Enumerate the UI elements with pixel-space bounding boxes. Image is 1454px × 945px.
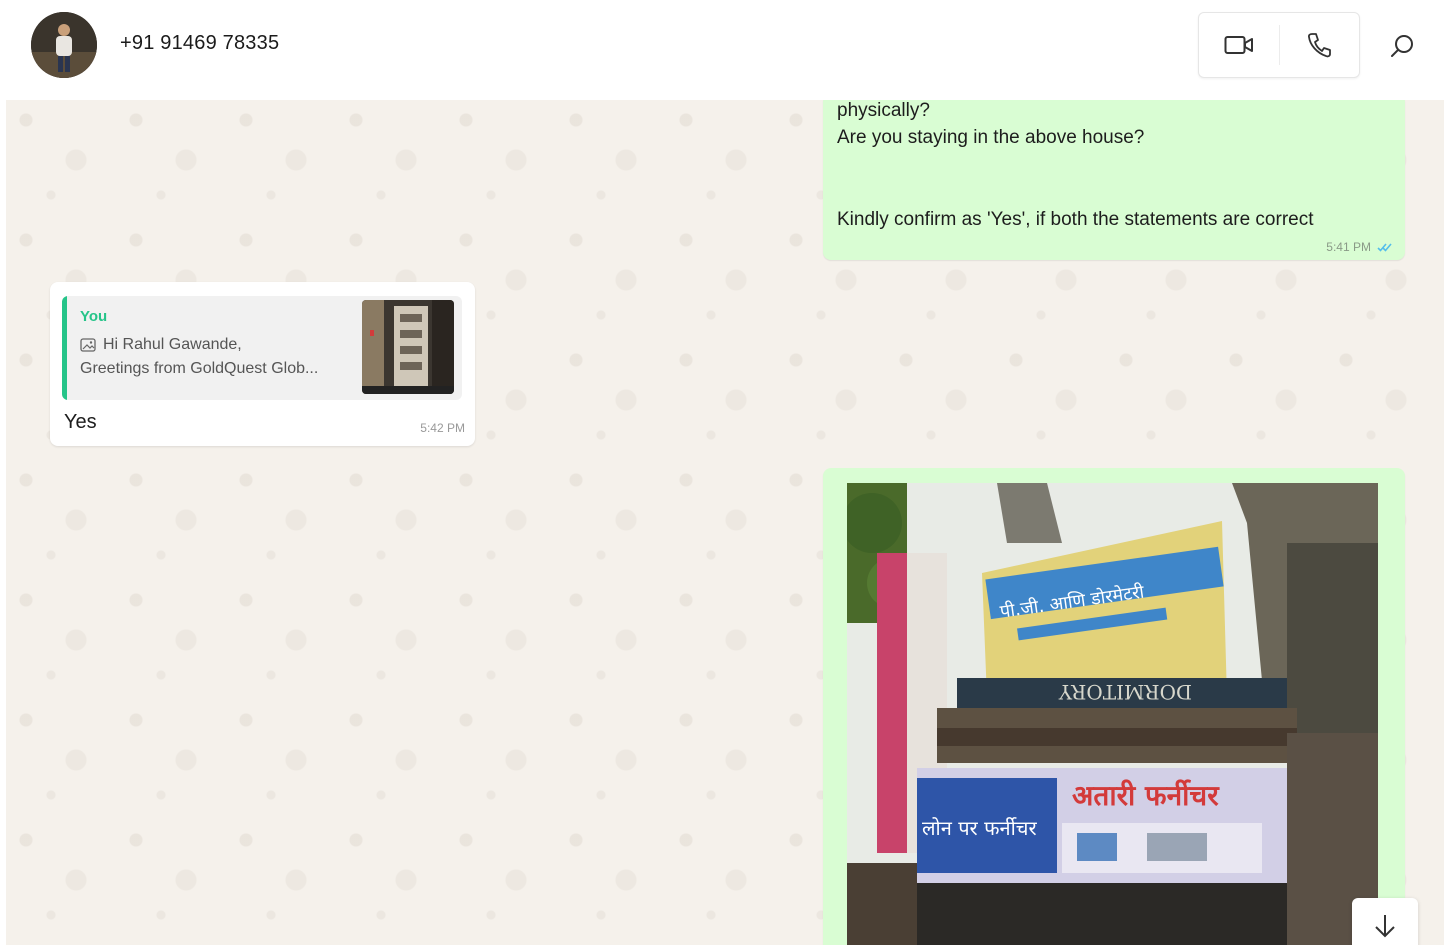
call-buttons-group [1198, 12, 1360, 78]
sign-mid-text: DORMITORY [1058, 680, 1192, 704]
quote-line: Greetings from GoldQuest Glob... [80, 360, 319, 377]
quote-thumbnail [362, 300, 454, 394]
avatar[interactable] [31, 12, 97, 78]
contact-name[interactable]: +91 91469 78335 [120, 32, 279, 55]
voice-call-icon [1308, 33, 1332, 58]
read-receipt-icon [1377, 243, 1392, 252]
chat-header: +91 91469 78335 [0, 0, 1454, 100]
message-time: 5:41 PM [1326, 240, 1371, 254]
arrow-down-icon [1375, 915, 1395, 938]
video-call-icon [1224, 36, 1253, 54]
sign-left-text: लोन पर फर्नीचर [922, 816, 1037, 840]
message-text: Yes [64, 411, 97, 433]
outgoing-image-message[interactable]: पी.जी. आणि डोरमेटरी DORMITORY लोन पर फर्… [823, 468, 1405, 945]
message-line: Kindly confirm as 'Yes', if both the sta… [837, 209, 1314, 230]
quote-line: Hi Rahul Gawande, [80, 336, 242, 354]
sign-bottom-text: अतारी फर्नीचर [1072, 779, 1220, 812]
voice-call-button[interactable] [1280, 13, 1360, 77]
message-line: Are you staying in the above house? [837, 127, 1145, 148]
incoming-message[interactable]: You Hi Rahul Gawande, Greetings from Gol… [50, 282, 475, 446]
storefront-image: पी.जी. आणि डोरमेटरी DORMITORY लोन पर फर्… [847, 483, 1378, 945]
search-button[interactable] [1384, 28, 1420, 64]
whatsapp-window: +91 91469 78335 physically? Are you stay… [0, 0, 1454, 945]
scroll-to-bottom-button[interactable] [1352, 898, 1418, 945]
outgoing-message[interactable]: physically? Are you staying in the above… [823, 100, 1405, 260]
image-icon [80, 338, 96, 352]
quoted-message[interactable]: You Hi Rahul Gawande, Greetings from Gol… [62, 296, 462, 400]
video-call-button[interactable] [1199, 13, 1279, 77]
shared-photo[interactable]: पी.जी. आणि डोरमेटरी DORMITORY लोन पर फर्… [847, 483, 1378, 945]
quote-author: You [80, 308, 108, 325]
message-time: 5:42 PM [420, 421, 465, 435]
quote-text: Hi Rahul Gawande, [103, 336, 242, 353]
quote-accent-bar [62, 296, 67, 400]
message-line: physically? [837, 100, 930, 121]
chat-area[interactable]: physically? Are you staying in the above… [6, 100, 1444, 945]
search-icon [1391, 35, 1413, 57]
